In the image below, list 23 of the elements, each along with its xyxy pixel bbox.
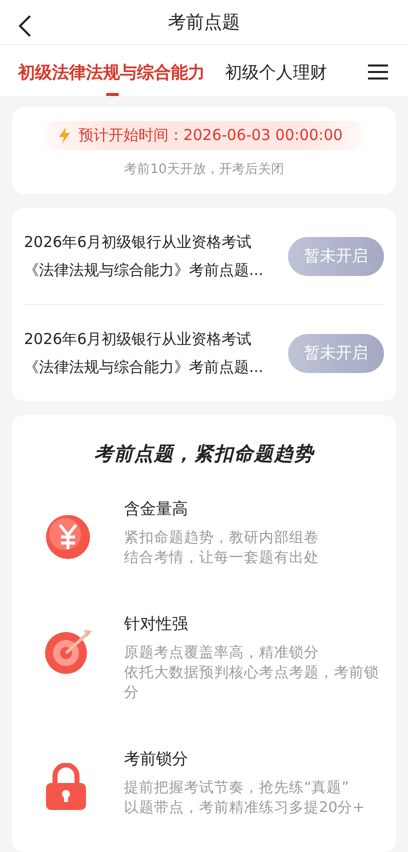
feature-description: 原题考点覆盖率高，精准锁分 [124, 644, 320, 663]
exam-title: 2026年6月初级银行从业资格考试《法律法规与综合能力》考前点题... [24, 232, 264, 281]
feature-title: 考前锁分 [124, 749, 189, 770]
feature-title: 含金量高 [124, 499, 189, 520]
lightning-icon [59, 127, 70, 144]
features-heading: 考前点题，紧扣命题趋势 [94, 442, 314, 467]
tab[interactable]: 初级个人理财 [225, 61, 327, 96]
feature-description: 提前把握考试节奏，抢先练“真题” [124, 779, 350, 798]
target-icon [44, 628, 94, 676]
lock-icon [44, 763, 88, 811]
feature-description: 依托大数据预判核心考点考题，考前锁分 [124, 664, 380, 703]
feature-title: 针对性强 [124, 614, 189, 635]
open-note: 考前10天开放，开考后关闭 [124, 161, 284, 178]
tab[interactable]: 初级法律法规与综合能力 [18, 61, 205, 96]
page-title: 考前点题 [168, 11, 240, 34]
feature-description: 结合考情，让每一套题有出处 [124, 549, 320, 568]
feature-description: 紧扣命题趋势，教研内部组卷 [124, 528, 320, 548]
back-icon[interactable] [18, 14, 32, 38]
exam-title: 2026年6月初级银行从业资格考试《法律法规与综合能力》考前点题... [24, 329, 264, 378]
coin-icon [44, 513, 92, 561]
start-time: 预计开始时间：2026-06-03 00:00:00 [78, 126, 343, 145]
menu-icon[interactable] [368, 64, 388, 80]
feature-description: 以题带点，考前精准练习多提20分+ [124, 799, 366, 818]
